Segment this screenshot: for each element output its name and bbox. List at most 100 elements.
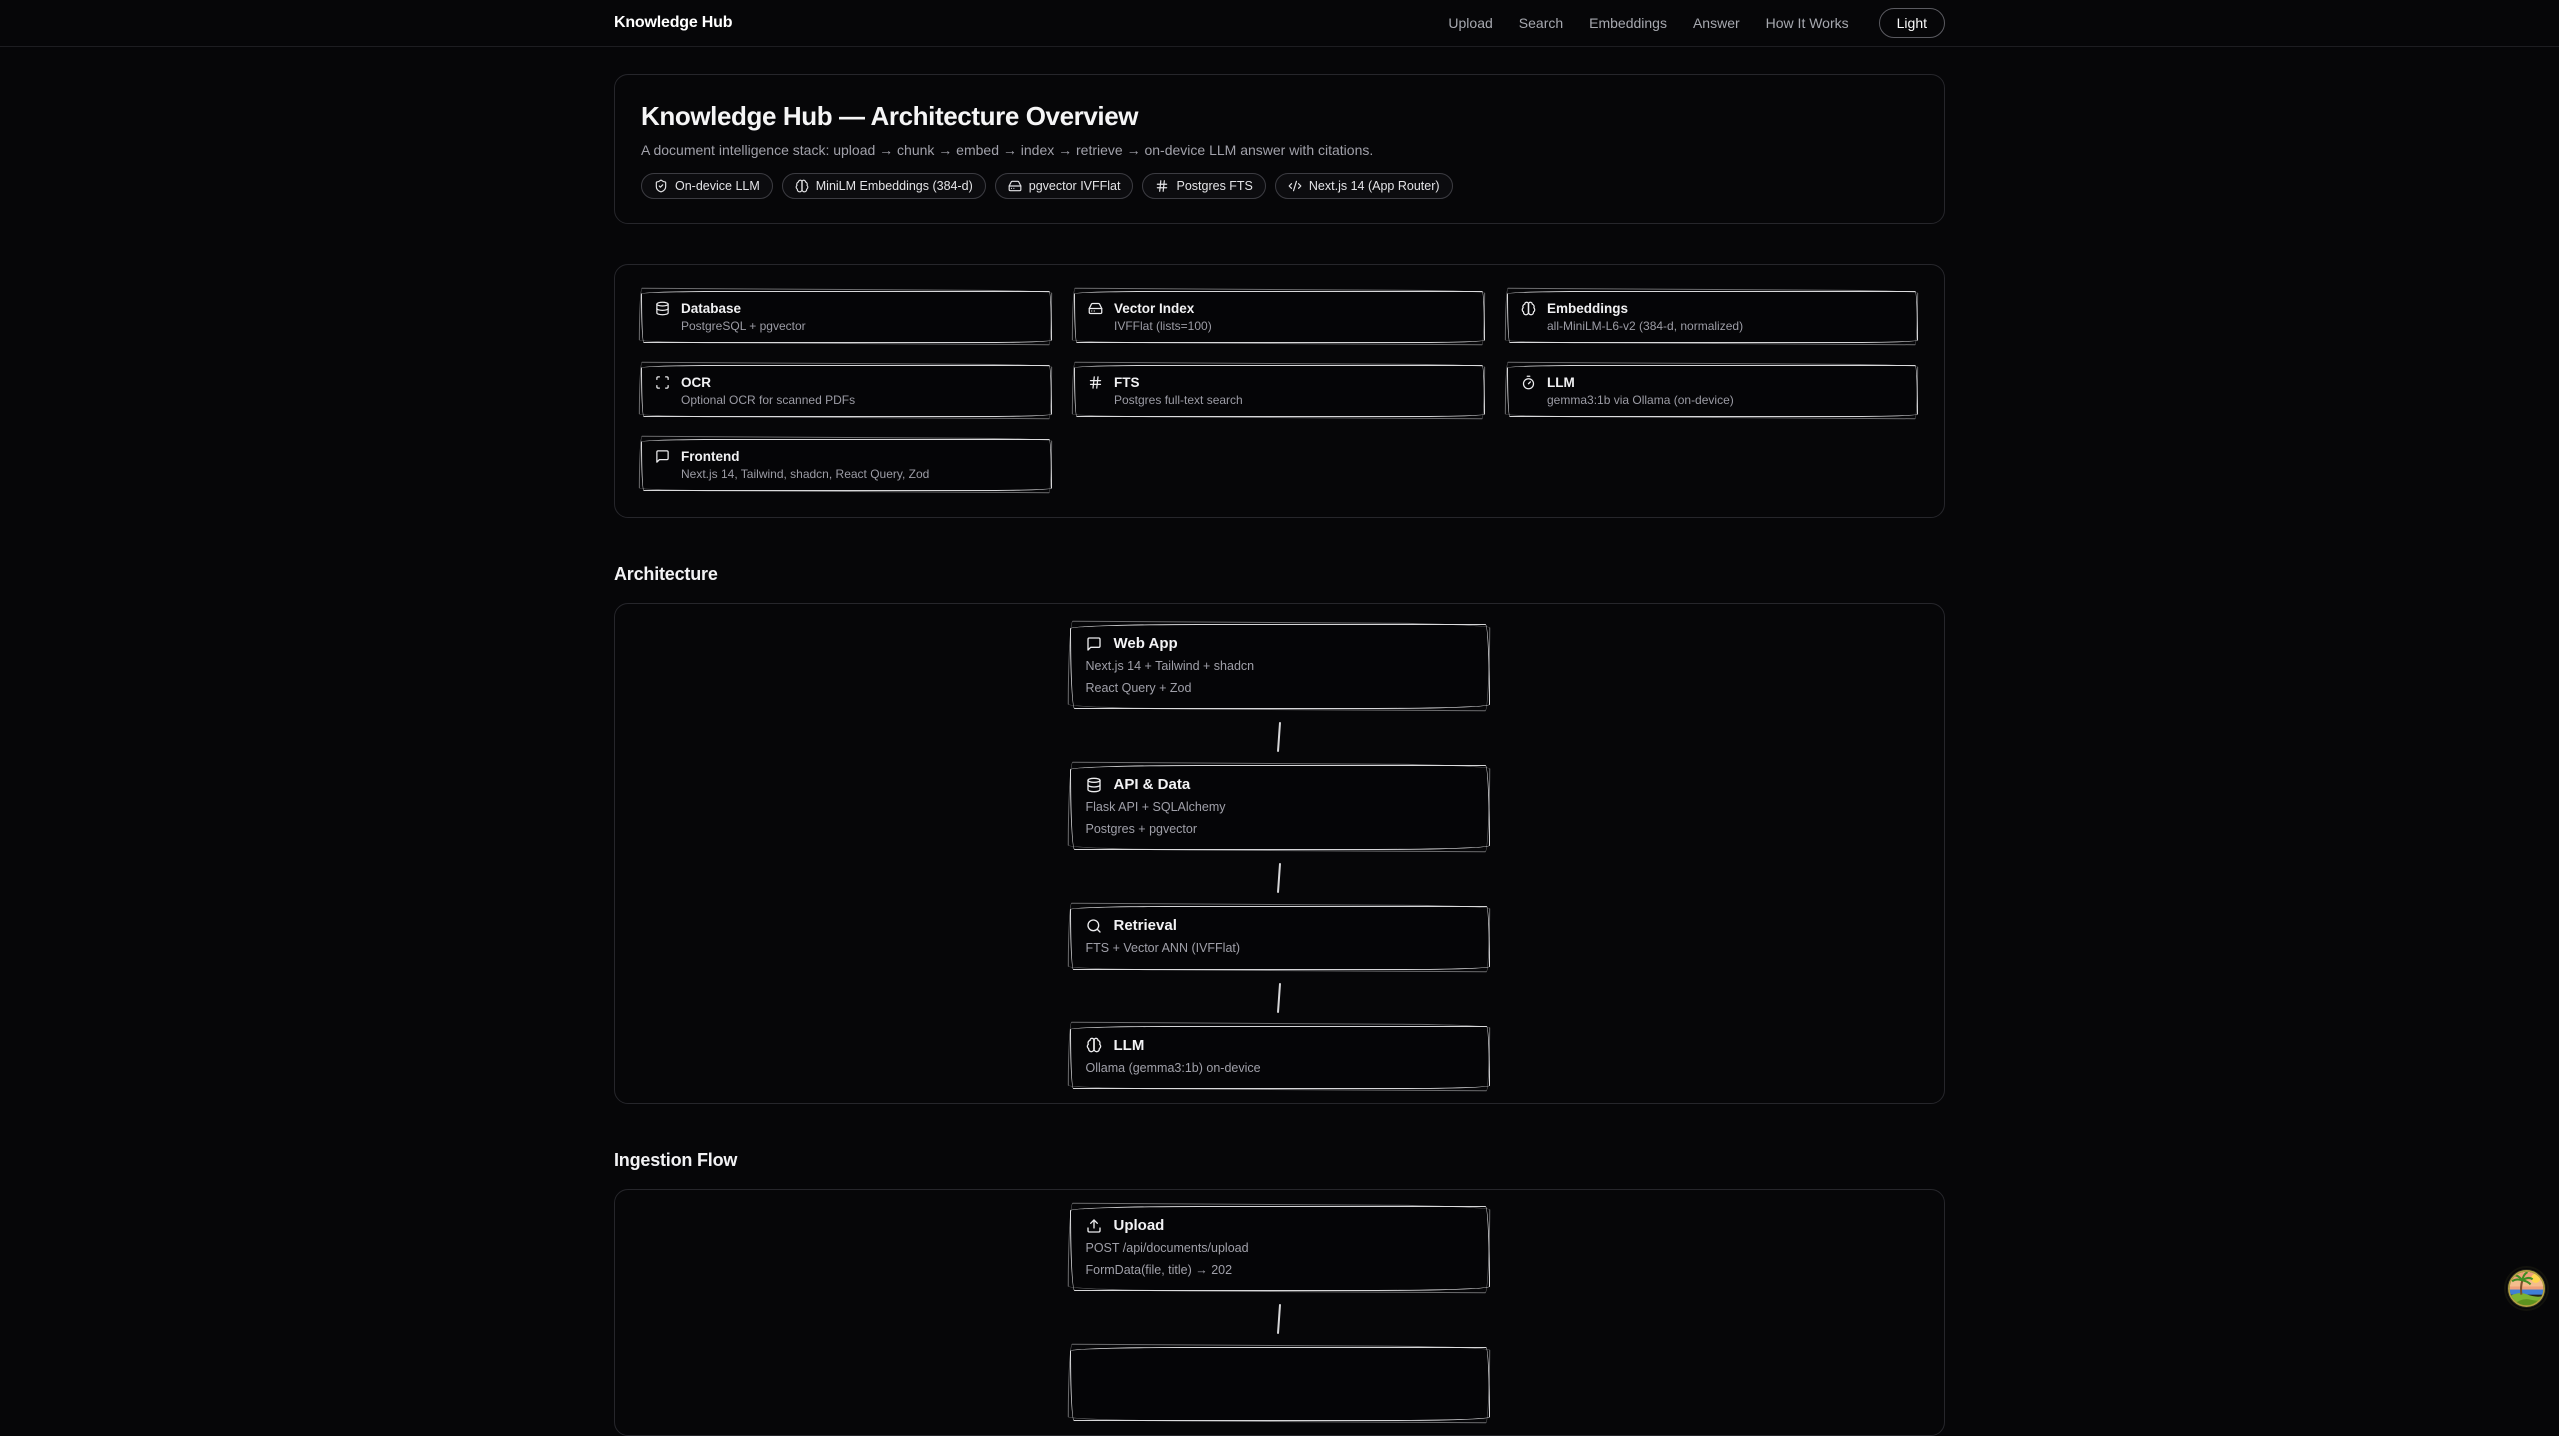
message-square-icon [1086,636,1102,652]
flow-node-web-app: Web AppNext.js 14 + Tailwind + shadcnRea… [1070,624,1490,709]
tech-box-description: Postgres full-text search [1114,393,1472,407]
badge-postgres-fts: Postgres FTS [1142,173,1265,199]
tech-stack-card: Database PostgreSQL + pgvector Vector Inde… [614,264,1945,518]
flow-node-llm: LLM Ollama (gemma3:1b) on-device [1070,1026,1490,1090]
scan-icon [655,375,670,390]
message-square-icon [655,449,670,464]
badge-next-js-14-app-router: Next.js 14 (App Router) [1275,173,1453,199]
shield-check-icon [654,179,668,193]
brain-icon [1521,301,1536,316]
tech-box-description: PostgreSQL + pgvector [681,319,1039,333]
pixel-island-badge[interactable] [2506,1268,2547,1309]
badge-label: On-device LLM [675,179,760,193]
flow-node-title: LLM [1114,1037,1145,1054]
flow-node-header: Upload [1086,1217,1474,1234]
flow-node-upload: Upload POST /api/documents/upload FormData… [1070,1206,1490,1291]
tech-box-frontend: Frontend Next.js 14, Tailwind, shadcn, Re… [641,439,1052,491]
architecture-heading: Architecture [614,564,1945,585]
flow-node-description: Ollama (gemma3:1b) on-device [1086,1060,1474,1078]
flow-node-header: LLM [1086,1037,1474,1054]
badge-label: pgvector IVFFlat [1029,179,1121,193]
tech-box-title: Database [681,301,741,316]
hero-card: Knowledge Hub — Architecture Overview A … [614,74,1945,224]
flow-node-header: Web App [1086,635,1474,652]
tech-box-title: Vector Index [1114,301,1194,316]
hard-drive-icon [1008,179,1022,193]
tech-box-database: Database PostgreSQL + pgvector [641,291,1052,343]
database-icon [655,301,670,316]
tech-box-description: Next.js 14, Tailwind, shadcn, React Quer… [681,467,1039,481]
tech-box-description: IVFFlat (lists=100) [1114,319,1472,333]
tech-box-title: FTS [1114,375,1140,390]
flow-connector [1277,1304,1281,1334]
tech-box-title: LLM [1547,375,1575,390]
nav-link-how-it-works[interactable]: How It Works [1766,15,1849,31]
flow-node-title: Retrieval [1114,917,1177,934]
tech-box-header: LLM [1521,375,1905,390]
tech-box-header: Vector Index [1088,301,1472,316]
tech-box-description: all-MiniLM-L6-v2 (384-d, normalized) [1547,319,1905,333]
flow-node-title: Web App [1114,635,1178,652]
nav-link-search[interactable]: Search [1519,15,1563,31]
tech-box-header: FTS [1088,375,1472,390]
flow-node-title: Upload [1114,1217,1165,1234]
nav-links: Upload Search Embeddings Answer How It Works… [1448,8,1945,38]
database-icon [1086,777,1102,793]
badge-row: On-device LLM MiniLM Embeddings (384-d) pg… [641,173,1918,199]
ingestion-diagram-card: Upload POST /api/documents/upload FormData… [614,1189,1945,1436]
main-content: Knowledge Hub — Architecture Overview A … [614,74,1945,1436]
tech-box-description: Optional OCR for scanned PDFs [681,393,1039,407]
badge-on-device-llm: On-device LLM [641,173,773,199]
ingestion-heading: Ingestion Flow [614,1150,1945,1171]
flow-node-api-data: API & Data Flask API + SQLAlchemy Postgres… [1070,765,1490,850]
flow-node-partial [1070,1347,1490,1421]
tech-box-fts: FTS Postgres full-text search [1074,365,1485,417]
tech-box-title: Embeddings [1547,301,1628,316]
tech-box-title: Frontend [681,449,740,464]
flow-node-description: POST /api/documents/upload [1086,1240,1474,1258]
flow-connector [1277,722,1281,752]
upload-icon [1086,1218,1102,1234]
flow-node-title: API & Data [1114,776,1191,793]
nav-link-upload[interactable]: Upload [1448,15,1492,31]
brand-title[interactable]: Knowledge Hub [614,14,732,32]
hash-icon [1155,179,1169,193]
tech-box-ocr: OCR Optional OCR for scanned PDFs [641,365,1052,417]
nav-link-embeddings[interactable]: Embeddings [1589,15,1667,31]
badge-label: MiniLM Embeddings (384-d) [816,179,973,193]
top-navbar: Knowledge Hub Upload Search Embeddings Answ… [0,0,2559,47]
tech-box-header: Frontend [655,449,1039,464]
tech-box-description: gemma3:1b via Ollama (on-device) [1547,393,1905,407]
flow-node-description: Postgres + pgvector [1086,821,1474,839]
code-icon [1288,179,1302,193]
timer-icon [1521,375,1536,390]
tech-box-header: Database [655,301,1039,316]
tech-box-embeddings: Embeddings all-MiniLM-L6-v2 (384-d, norma… [1507,291,1918,343]
badge-pgvector-ivfflat: pgvector IVFFlat [995,173,1134,199]
island-icon [2506,1268,2547,1309]
tech-grid: Database PostgreSQL + pgvector Vector Inde… [641,291,1918,491]
flow-connector [1277,863,1281,893]
flow-node-description: FTS + Vector ANN (IVFFlat) [1086,940,1474,958]
badge-minilm-embeddings-384-d: MiniLM Embeddings (384-d) [782,173,986,199]
badge-label: Postgres FTS [1176,179,1252,193]
tech-box-vector-index: Vector Index IVFFlat (lists=100) [1074,291,1485,343]
hash-icon [1088,375,1103,390]
badge-label: Next.js 14 (App Router) [1309,179,1440,193]
flow-connector [1277,982,1281,1012]
flow-node-retrieval: Retrieval FTS + Vector ANN (IVFFlat) [1070,906,1490,970]
tech-box-title: OCR [681,375,711,390]
flow-node-description: Flask API + SQLAlchemy [1086,799,1474,817]
flow-node-header: API & Data [1086,776,1474,793]
tech-box-header: Embeddings [1521,301,1905,316]
tech-box-header: OCR [655,375,1039,390]
theme-toggle-button[interactable]: Light [1879,8,1945,38]
brain-icon [1086,1037,1102,1053]
architecture-diagram-card: Web AppNext.js 14 + Tailwind + shadcnRea… [614,603,1945,1104]
flow-node-description: FormData(file, title) → 202 [1086,1262,1474,1280]
search-icon [1086,918,1102,934]
flow-node-header: Retrieval [1086,917,1474,934]
nav-link-answer[interactable]: Answer [1693,15,1740,31]
page-title: Knowledge Hub — Architecture Overview [641,101,1918,132]
page-subtitle: A document intelligence stack: upload → … [641,142,1918,158]
